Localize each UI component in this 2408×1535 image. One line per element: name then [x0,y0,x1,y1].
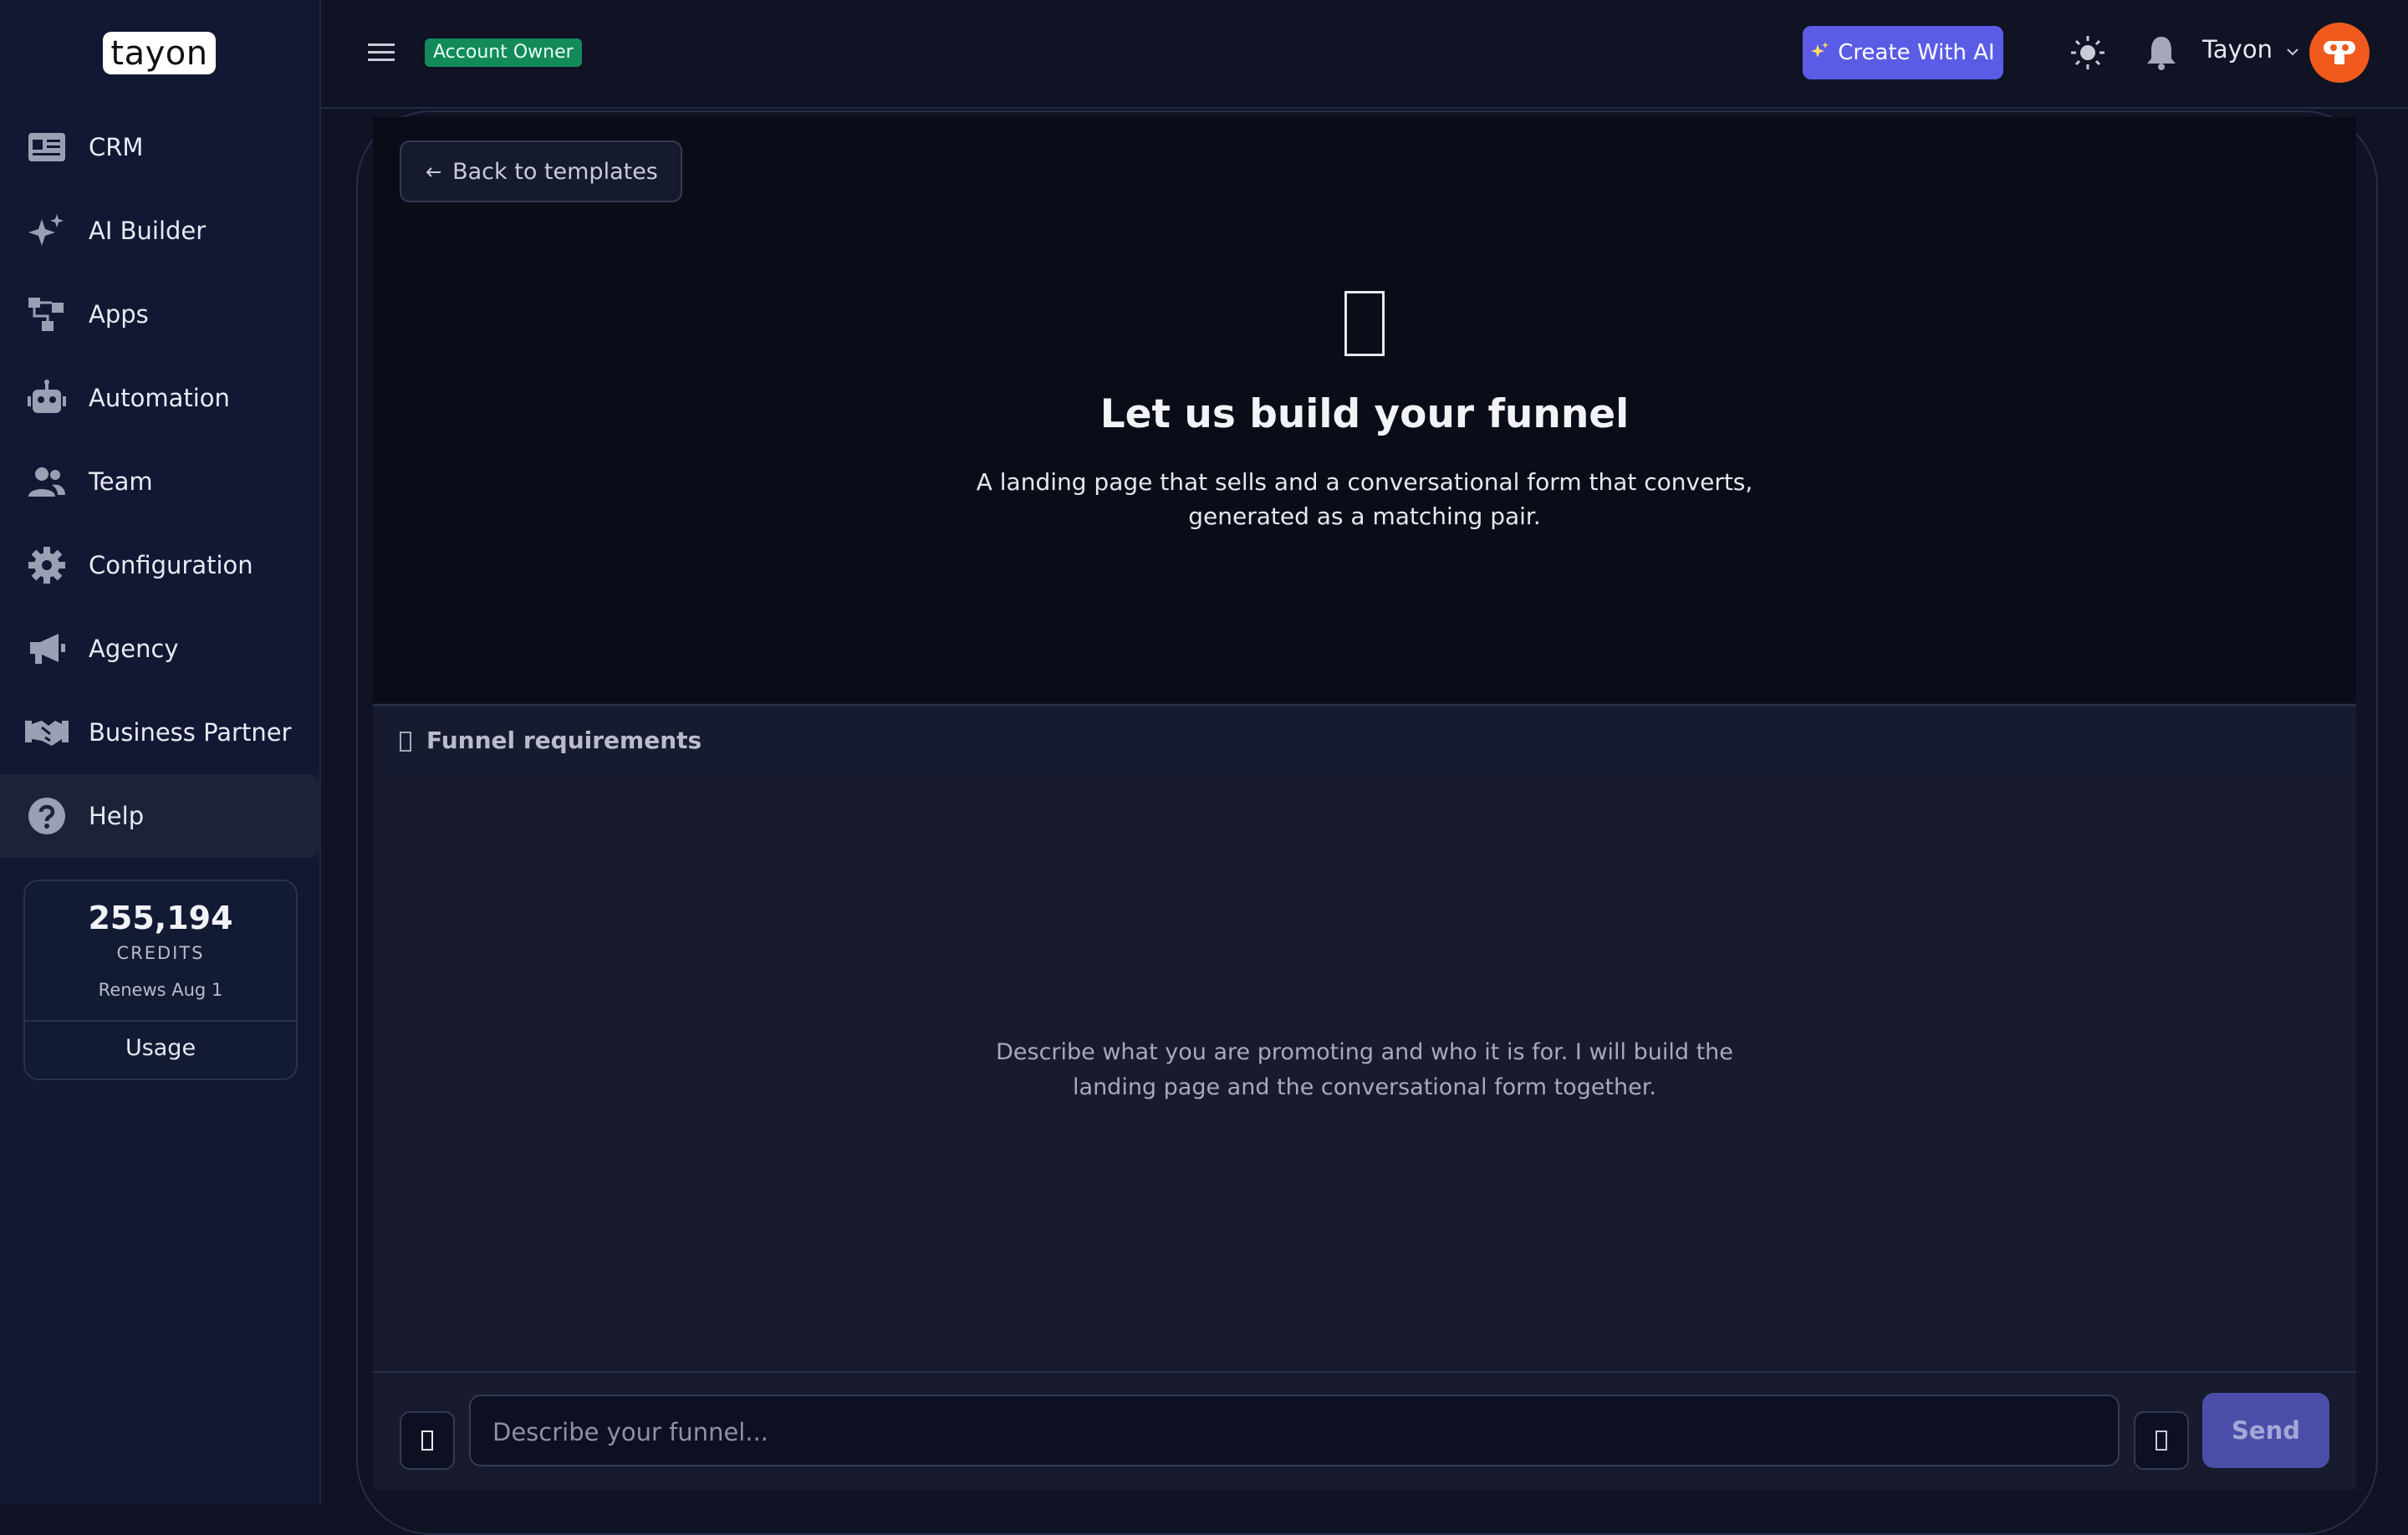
page-subtitle: A landing page that sells and a conversa… [976,468,1753,530]
create-with-ai-button[interactable]: Create With AI [1803,26,2003,79]
sidebar-item-configuration[interactable]: Configuration [0,523,319,607]
top-bar: Account Owner Create With AI Tayon [321,0,2408,109]
sidebar-nav: CRM AI Builder Apps Automation Team Conf… [0,105,319,858]
logo-text: tayon [110,33,208,73]
role-badge: Account Owner [425,38,582,67]
sidebar-item-label: Apps [89,300,149,329]
notification-bell-icon[interactable] [2144,33,2179,72]
credits-amount: 255,194 [88,900,233,936]
credits-card: 255,194 CREDITS Renews Aug 1 Usage [23,880,298,1080]
sidebar-item-apps[interactable]: Apps [0,273,319,356]
funnel-placeholder-icon [1344,291,1385,356]
mic-button[interactable] [2134,1411,2189,1470]
sparkles-icon [25,209,69,252]
sitemap-icon [25,293,69,336]
question-circle-icon [25,794,69,838]
users-icon [25,460,69,503]
requirements-label: Funnel requirements [426,727,702,754]
requirements-icon [400,732,411,752]
avatar[interactable] [2309,23,2370,83]
gear-icon [25,543,69,587]
mic-icon [2155,1430,2167,1451]
id-card-icon [25,125,69,169]
page-title: Let us build your funnel [1099,391,1630,437]
back-label: Back to templates [452,158,658,185]
sidebar-item-label: Team [89,467,153,496]
attach-button[interactable] [400,1411,455,1470]
sidebar-item-ai-builder[interactable]: AI Builder [0,189,319,273]
back-to-templates-button[interactable]: Back to templates [400,140,682,202]
funnel-input[interactable]: Describe your funnel... [469,1395,2120,1466]
sidebar-item-label: Help [89,802,145,830]
sidebar-item-business-partner[interactable]: Business Partner [0,691,319,774]
create-with-ai-label: Create With AI [1838,40,1995,65]
robot-icon [25,376,69,420]
chat-hint: Describe what you are promoting and who … [996,1039,1733,1100]
sidebar-item-label: AI Builder [89,217,207,245]
menu-icon[interactable] [365,38,398,67]
logo[interactable]: tayon [103,32,216,74]
megaphone-icon [25,627,69,671]
arrow-left-icon [424,159,442,185]
user-name[interactable]: Tayon [2202,35,2273,64]
chevron-down-icon[interactable] [2284,43,2301,60]
sidebar-item-label: CRM [89,133,144,161]
sparkles-icon [1811,40,1829,65]
sidebar-item-label: Configuration [89,551,253,579]
sidebar-item-team[interactable]: Team [0,440,319,523]
sidebar-item-label: Agency [89,635,179,663]
theme-toggle-sun-icon[interactable] [2069,33,2107,72]
handshake-icon [25,711,69,754]
sidebar-item-label: Business Partner [89,718,292,747]
sidebar-item-crm[interactable]: CRM [0,105,319,189]
send-button[interactable]: Send [2202,1393,2329,1468]
credits-caption: CREDITS [116,943,205,963]
sidebar-item-label: Automation [89,384,230,412]
usage-link[interactable]: Usage [25,1035,296,1061]
sidebar-item-automation[interactable]: Automation [0,356,319,440]
sidebar-item-agency[interactable]: Agency [0,607,319,691]
sidebar: tayon CRM AI Builder Apps Automation Tea… [0,0,321,1505]
credits-renewal: Renews Aug 1 [98,980,223,1000]
attach-icon [421,1430,433,1451]
sidebar-item-help[interactable]: Help [0,774,319,858]
divider [25,1020,296,1022]
funnel-requirements-toggle[interactable]: Funnel requirements [373,704,2356,778]
